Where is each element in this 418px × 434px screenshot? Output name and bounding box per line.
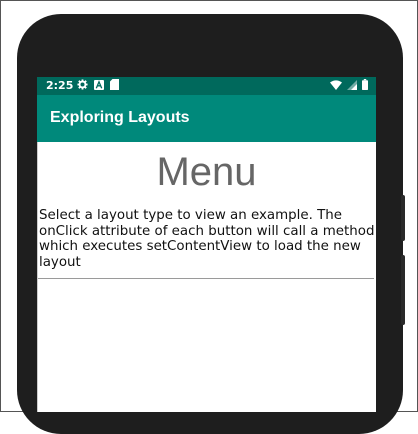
app-bar-title: Exploring Layouts: [50, 109, 190, 126]
signal-icon: [347, 79, 357, 93]
status-icons-left: [77, 79, 119, 93]
power-button: [401, 255, 405, 325]
sd-card-icon: [110, 79, 119, 93]
wifi-icon: [330, 79, 342, 93]
battery-icon: [362, 79, 368, 93]
menu-content: Menu Select a layout type to view an exa…: [37, 142, 376, 412]
page-title: Menu: [156, 150, 257, 194]
status-icons-right: [330, 79, 368, 93]
volume-button: [401, 195, 405, 241]
status-bar: 2:25: [37, 77, 376, 95]
app-bar: Exploring Layouts: [37, 95, 376, 142]
a-icon: [94, 79, 104, 93]
status-time: 2:25: [46, 79, 74, 92]
phone-screen: 2:25 Exploring Layouts Menu Select a lay…: [37, 77, 376, 412]
gear-icon: [77, 79, 88, 93]
divider: [37, 278, 374, 279]
content-left-edge: [37, 142, 38, 412]
description-text: Select a layout type to view an example.…: [39, 208, 375, 270]
